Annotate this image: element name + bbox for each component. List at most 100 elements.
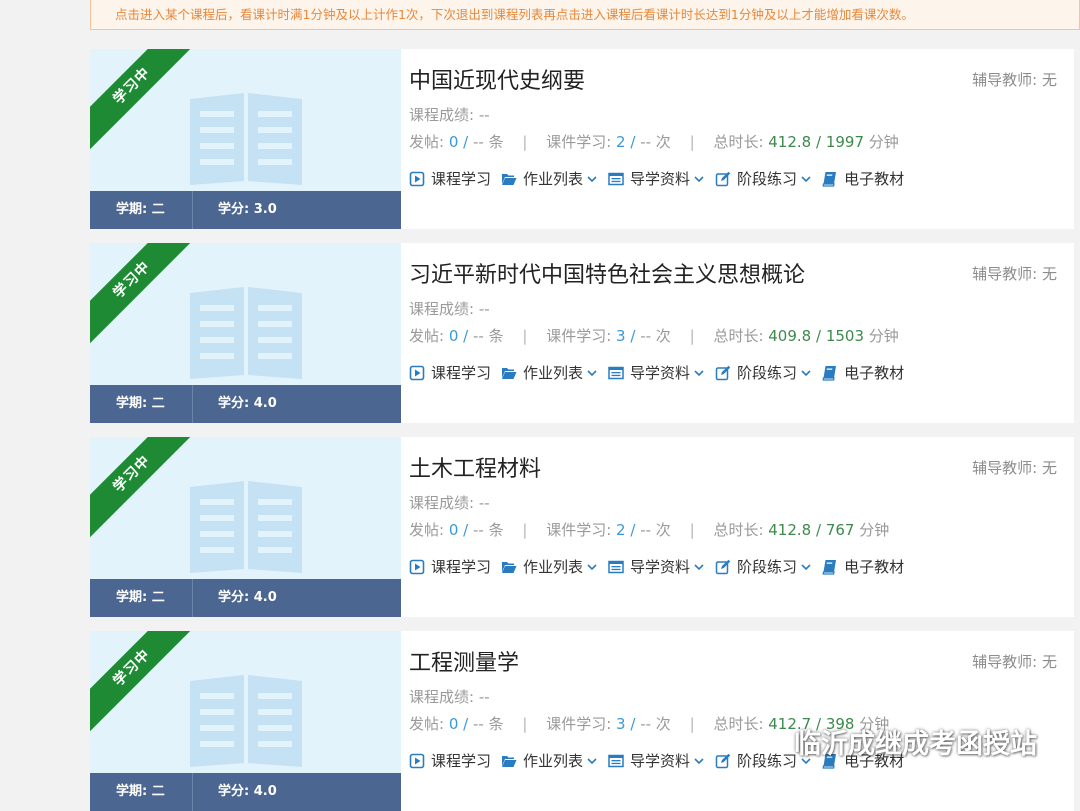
edit-icon — [715, 365, 731, 380]
list-window-icon — [608, 754, 624, 767]
posts-count: 0 / — [448, 133, 473, 151]
homework-list-dropdown[interactable]: 作业列表 — [501, 750, 598, 771]
tutor-info: 辅导教师: 无 — [972, 459, 1057, 477]
edit-icon — [715, 171, 731, 186]
course-menu: 课程学习 作业列表 导学资料 阶段练习 电子教材 — [409, 362, 914, 383]
homework-list-dropdown[interactable]: 作业列表 — [501, 556, 598, 577]
chevron-down-icon — [587, 563, 597, 570]
edit-icon — [715, 753, 731, 768]
term-credit-bar: 学期: 二 学分: 4.0 — [90, 579, 401, 617]
guide-material-dropdown[interactable]: 导学资料 — [608, 556, 705, 577]
credit-info: 学分: 4.0 — [218, 396, 277, 411]
course-study-link[interactable]: 课程学习 — [409, 168, 491, 189]
list-window-icon — [608, 560, 624, 573]
open-book-icon — [190, 481, 302, 573]
course-title[interactable]: 土木工程材料 — [409, 451, 541, 483]
status-badge: 学习中 — [90, 49, 200, 154]
course-stats: 发帖: 0 / -- 条 | 课件学习: 2 / -- 次 | 总时长: 412… — [409, 133, 899, 151]
status-badge: 学习中 — [90, 437, 200, 542]
course-grade: 课程成绩: -- — [409, 300, 490, 318]
course-cover[interactable]: 学习中 学期: 二 学分: 4.0 — [90, 243, 401, 423]
course-title[interactable]: 习近平新时代中国特色社会主义思想概论 — [409, 257, 805, 289]
chevron-down-icon — [694, 369, 704, 376]
status-badge: 学习中 — [90, 631, 200, 736]
chevron-down-icon — [587, 757, 597, 764]
ebook-link[interactable]: 电子教材 — [822, 362, 904, 383]
course-cover[interactable]: 学习中 学期: 二 学分: 3.0 — [90, 49, 401, 229]
credit-info: 学分: 4.0 — [218, 590, 277, 605]
course-study-link[interactable]: 课程学习 — [409, 556, 491, 577]
course-menu: 课程学习 作业列表 导学资料 阶段练习 电子教材 — [409, 556, 914, 577]
courseware-count: 3 / — [616, 715, 641, 733]
chevron-down-icon — [801, 175, 811, 182]
term-info: 学期: 二 — [90, 773, 193, 811]
play-square-icon — [409, 365, 425, 380]
stage-practice-dropdown[interactable]: 阶段练习 — [715, 168, 812, 189]
course-grade: 课程成绩: -- — [409, 688, 490, 706]
watermark: 临沂成继成考函授站 — [752, 722, 1037, 761]
posts-count: 0 / — [448, 327, 473, 345]
course-card: 学习中 学期: 二 学分: 4.0 土木工程材料 辅导教师: 无 课程成绩: -… — [90, 437, 1074, 617]
chevron-down-icon — [694, 757, 704, 764]
chevron-down-icon — [801, 563, 811, 570]
book-icon — [822, 365, 837, 381]
book-icon — [822, 559, 837, 575]
course-cover[interactable]: 学习中 学期: 二 学分: 4.0 — [90, 437, 401, 617]
stage-practice-dropdown[interactable]: 阶段练习 — [715, 362, 812, 383]
homework-list-dropdown[interactable]: 作业列表 — [501, 362, 598, 383]
duration-value: 409.8 / 1503 — [768, 327, 864, 345]
course-card: 学习中 学期: 二 学分: 3.0 中国近现代史纲要 辅导教师: 无 课程成绩:… — [90, 49, 1074, 229]
guide-material-dropdown[interactable]: 导学资料 — [608, 362, 705, 383]
homework-list-dropdown[interactable]: 作业列表 — [501, 168, 598, 189]
courseware-count: 2 / — [616, 133, 641, 151]
folder-open-icon — [502, 367, 517, 379]
course-grade: 课程成绩: -- — [409, 106, 490, 124]
open-book-icon — [190, 675, 302, 767]
course-title[interactable]: 工程测量学 — [409, 645, 519, 677]
guide-material-dropdown[interactable]: 导学资料 — [608, 168, 705, 189]
guide-material-dropdown[interactable]: 导学资料 — [608, 750, 705, 771]
chevron-down-icon — [587, 369, 597, 376]
credit-info: 学分: 3.0 — [218, 202, 277, 217]
chevron-down-icon — [587, 175, 597, 182]
courseware-count: 3 / — [616, 327, 641, 345]
term-info: 学期: 二 — [90, 385, 193, 423]
course-stats: 发帖: 0 / -- 条 | 课件学习: 3 / -- 次 | 总时长: 409… — [409, 327, 899, 345]
folder-open-icon — [502, 173, 517, 185]
folder-open-icon — [502, 755, 517, 767]
course-title[interactable]: 中国近现代史纲要 — [409, 63, 585, 95]
list-window-icon — [608, 172, 624, 185]
stage-practice-dropdown[interactable]: 阶段练习 — [715, 556, 812, 577]
term-info: 学期: 二 — [90, 579, 193, 617]
watermark-text: 临沂成继成考函授站 — [794, 729, 1037, 760]
tutor-info: 辅导教师: 无 — [972, 71, 1057, 89]
course-menu: 课程学习 作业列表 导学资料 阶段练习 电子教材 — [409, 168, 914, 189]
edit-icon — [715, 559, 731, 574]
term-credit-bar: 学期: 二 学分: 4.0 — [90, 385, 401, 423]
play-square-icon — [409, 753, 425, 768]
list-window-icon — [608, 366, 624, 379]
courseware-count: 2 / — [616, 521, 641, 539]
ebook-link[interactable]: 电子教材 — [822, 556, 904, 577]
course-study-link[interactable]: 课程学习 — [409, 750, 491, 771]
term-credit-bar: 学期: 二 学分: 4.0 — [90, 773, 401, 811]
open-book-icon — [190, 287, 302, 379]
folder-open-icon — [502, 561, 517, 573]
wechat-icon — [752, 729, 786, 754]
course-card: 学习中 学期: 二 学分: 4.0 工程测量学 辅导教师: 无 课程成绩: --… — [90, 631, 1074, 811]
course-study-link[interactable]: 课程学习 — [409, 362, 491, 383]
term-info: 学期: 二 — [90, 191, 193, 229]
course-stats: 发帖: 0 / -- 条 | 课件学习: 2 / -- 次 | 总时长: 412… — [409, 521, 890, 539]
credit-info: 学分: 4.0 — [218, 784, 277, 799]
notice-banner: 点击进入某个课程后，看课计时满1分钟及以上计作1次，下次退出到课程列表再点击进入… — [90, 0, 1080, 30]
term-credit-bar: 学期: 二 学分: 3.0 — [90, 191, 401, 229]
status-badge: 学习中 — [90, 243, 200, 348]
play-square-icon — [409, 559, 425, 574]
course-grade: 课程成绩: -- — [409, 494, 490, 512]
chevron-down-icon — [694, 175, 704, 182]
course-cover[interactable]: 学习中 学期: 二 学分: 4.0 — [90, 631, 401, 811]
posts-count: 0 / — [448, 521, 473, 539]
posts-count: 0 / — [448, 715, 473, 733]
course-card: 学习中 学期: 二 学分: 4.0 习近平新时代中国特色社会主义思想概论 辅导教… — [90, 243, 1074, 423]
ebook-link[interactable]: 电子教材 — [822, 168, 904, 189]
